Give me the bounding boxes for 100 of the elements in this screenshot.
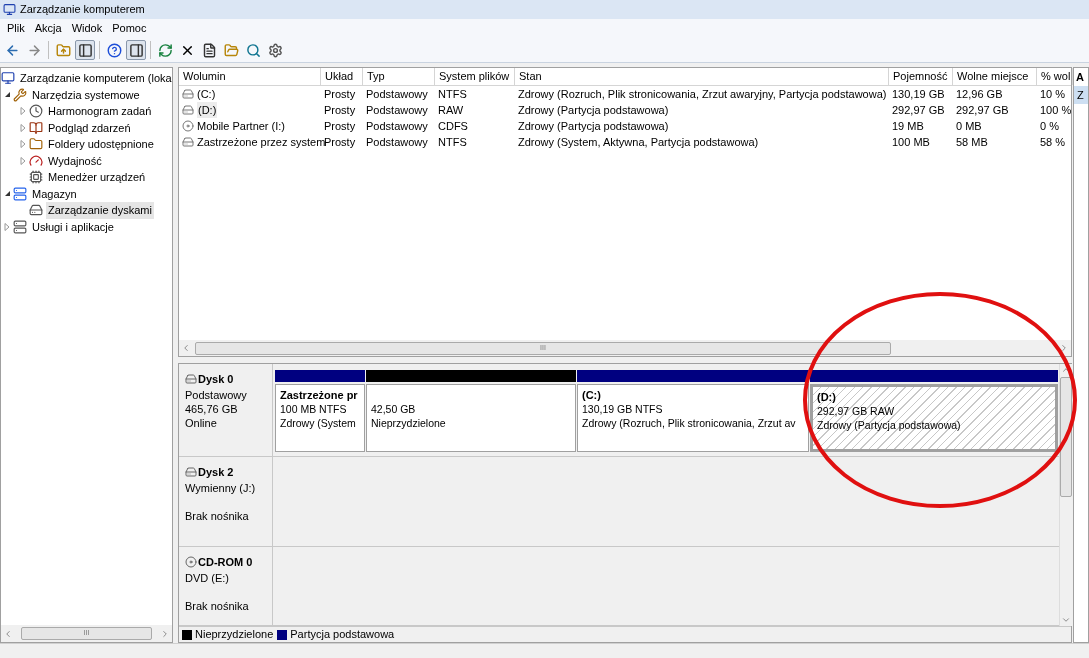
table-cell-text: 12,96 GB (956, 86, 1003, 102)
table-cell-text: 100 MB (892, 134, 930, 150)
table-cell-text: 292,97 GB (892, 102, 945, 118)
panel-icon (128, 42, 144, 58)
expanded-triangle-icon[interactable] (3, 190, 11, 198)
disk-status: Brak nośnika (185, 508, 250, 523)
menu-item[interactable]: Widok (66, 20, 108, 37)
hard-drive-icon (182, 88, 194, 100)
table-cell[interactable]: (C:) (197, 85, 216, 103)
table-cell-text: 58 % (1040, 134, 1066, 150)
tree-item[interactable]: Harmonogram zadań (46, 103, 154, 120)
hard-drive-icon (182, 136, 194, 148)
disk-info-panel[interactable]: CD-ROM 0 DVD (E:) Brak nośnika (179, 547, 273, 625)
folder-up-icon (55, 42, 71, 58)
tree-item[interactable]: Menedżer urządzeń (46, 169, 148, 186)
scroll-right-icon[interactable] (1059, 343, 1069, 353)
toolbar-button[interactable] (126, 40, 146, 60)
computer-icon (1, 71, 15, 86)
table-cell-text: Prosty (324, 118, 356, 134)
folder-icon (223, 42, 239, 58)
tree-item[interactable]: Wydajność (46, 152, 104, 169)
partition-detail: 292,97 GB RAW (817, 404, 896, 418)
server-icon (13, 186, 27, 201)
table-cell[interactable]: (D:) (197, 101, 218, 119)
collapsed-triangle-icon[interactable] (20, 156, 26, 165)
table-cell-text: RAW (438, 102, 464, 118)
partition-title: Zastrzeżone pr (280, 388, 359, 402)
partition-block[interactable]: 42,50 GB Nieprzydzielone (366, 384, 576, 452)
action-item[interactable]: Z (1074, 86, 1088, 104)
gauge-icon (29, 153, 43, 168)
toolbar-button[interactable] (75, 40, 95, 60)
help-icon (106, 42, 122, 58)
table-cell-text: 19 MB (892, 118, 924, 134)
column-header[interactable]: Wolumin (179, 68, 321, 85)
table-cell[interactable]: Zastrzeżone przez system (197, 133, 326, 151)
book-icon (29, 120, 43, 135)
vertical-scrollbar[interactable] (1059, 364, 1072, 626)
table-cell-text: 10 % (1040, 86, 1066, 102)
column-header[interactable]: Typ (363, 68, 435, 85)
scrollbar-thumb[interactable] (1060, 377, 1072, 497)
disc-icon (185, 556, 197, 569)
chip-icon (29, 170, 43, 185)
tree-item[interactable]: Podgląd zdarzeń (46, 119, 133, 136)
disc-icon (182, 120, 194, 132)
table-cell-text: NTFS (438, 86, 467, 102)
table-cell-text: 130,19 GB (892, 86, 945, 102)
column-header[interactable]: Pojemność (889, 68, 953, 85)
arrow-right-icon (26, 42, 42, 58)
expanded-triangle-icon[interactable] (3, 91, 11, 99)
folder-icon (29, 137, 43, 152)
table-cell-text: Prosty (324, 102, 356, 118)
disk-name: CD-ROM 0 (198, 555, 253, 570)
collapsed-triangle-icon[interactable] (20, 140, 26, 149)
disk-name: Dysk 0 (198, 372, 234, 387)
table-cell-text: Zdrowy (System, Aktywna, Partycja podstawowa) (518, 134, 759, 150)
collapsed-triangle-icon[interactable] (20, 107, 26, 116)
refresh-icon (157, 42, 173, 58)
table-cell[interactable]: Mobile Partner (I:) (197, 117, 286, 135)
table-cell-text: Podstawowy (366, 134, 428, 150)
table-cell-text: 0 % (1040, 118, 1059, 134)
menu-item[interactable]: Akcja (29, 20, 67, 37)
column-header[interactable]: System plików (435, 68, 515, 85)
disk-info-panel[interactable]: Dysk 0 Podstawowy 465,76 GB Online (179, 364, 273, 456)
disk-detail: Wymienny (J:) (185, 480, 257, 495)
hard-drive-icon (182, 104, 194, 116)
disk-name: Dysk 2 (198, 465, 234, 480)
partition-detail: 100 MB NTFS (280, 402, 348, 416)
tree-item[interactable]: Foldery udostępnione (46, 136, 156, 153)
table-cell-text: NTFS (438, 134, 467, 150)
partition-title: (D:) (817, 390, 837, 404)
column-header[interactable]: Układ (321, 68, 363, 85)
menu-item[interactable]: Pomoc (107, 20, 152, 37)
tree-item[interactable]: Usługi i aplikacje (30, 218, 116, 235)
partition-detail: 42,50 GB (371, 402, 417, 416)
column-header[interactable]: Stan (515, 68, 889, 85)
menu-item[interactable]: Plik (2, 20, 30, 37)
tree-item[interactable]: Zarządzanie komputerem (loka (18, 70, 174, 87)
partition-detail: Zdrowy (System (280, 416, 357, 430)
partition-block[interactable]: (D:) 292,97 GB RAW Zdrowy (Partycja podstawowa) (810, 384, 1058, 452)
legend-label: Partycja podstawowa (290, 627, 395, 643)
computer-icon (3, 3, 16, 16)
server-icon (13, 219, 27, 234)
table-cell-text: Zdrowy (Partycja podstawowa) (518, 102, 669, 118)
partition-block[interactable]: (C:) 130,19 GB NTFS Zdrowy (Rozruch, Plik stronicowania, Zrzut av (577, 384, 809, 452)
disk-info-panel[interactable]: Dysk 2 Wymienny (J:) Brak nośnika (179, 457, 273, 546)
table-cell-text: 292,97 GB (956, 102, 1009, 118)
partition-block[interactable]: Zastrzeżone pr 100 MB NTFS Zdrowy (System (275, 384, 365, 452)
partition-detail: Zdrowy (Partycja podstawowa) (817, 418, 962, 432)
table-cell-text: 58 MB (956, 134, 988, 150)
tree-item[interactable]: Narzędzia systemowe (30, 86, 142, 103)
tree-item[interactable]: Zarządzanie dyskami (46, 202, 154, 219)
collapsed-triangle-icon[interactable] (4, 222, 10, 231)
partition-detail: Nieprzydzielone (371, 416, 447, 430)
column-header[interactable]: Wolne miejsce (953, 68, 1037, 85)
partition-detail: Zdrowy (Rozruch, Plik stronicowania, Zrzut av (582, 416, 797, 430)
tree-item[interactable]: Magazyn (30, 185, 79, 202)
actions-header: A (1075, 69, 1085, 85)
disk-detail: Podstawowy (185, 387, 248, 402)
partition-detail: 130,19 GB NTFS (582, 402, 664, 416)
collapsed-triangle-icon[interactable] (20, 123, 26, 132)
